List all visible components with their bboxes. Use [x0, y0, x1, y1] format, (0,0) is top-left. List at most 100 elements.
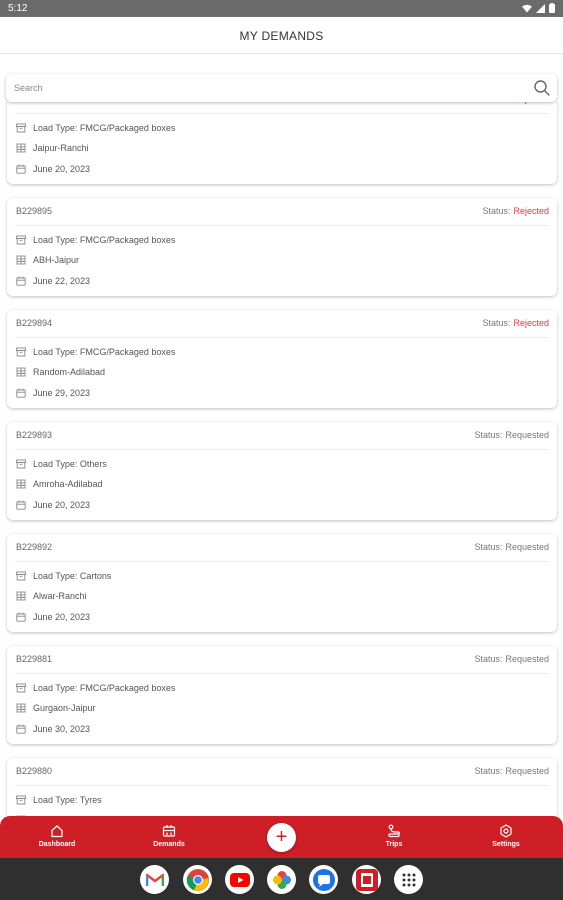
demand-date: June 30, 2023 [33, 724, 91, 734]
load-type: Load Type: FMCG/Packaged boxes [33, 347, 176, 357]
load-type-row: Load Type: FMCG/Packaged boxes [16, 123, 175, 133]
date-row: June 22, 2023 [16, 276, 90, 286]
box-icon [16, 347, 26, 357]
load-type: Load Type: FMCG/Packaged boxes [33, 235, 176, 245]
demand-card[interactable]: B229892 Status: Requested Load Type: Cart… [7, 534, 557, 632]
app-icon[interactable] [352, 865, 381, 894]
demand-date: June 20, 2023 [33, 612, 91, 622]
box-icon [16, 795, 26, 805]
load-type-row: Load Type: FMCG/Packaged boxes [16, 235, 175, 245]
card-divider [15, 337, 549, 338]
load-type: Load Type: Tyres [33, 795, 102, 805]
load-type: Load Type: FMCG/Packaged boxes [33, 123, 176, 133]
app-drawer-icon[interactable] [394, 865, 423, 894]
demand-status: Status: Requested [474, 654, 549, 664]
demand-card[interactable]: B229894 Status: Rejected Load Type: FMCG/… [7, 310, 557, 408]
box-icon [16, 459, 26, 469]
status-bar: 5:12 [0, 0, 563, 17]
status-value: Rejected [513, 206, 549, 216]
load-type: Load Type: FMCG/Packaged boxes [33, 683, 176, 693]
status-value: Requested [505, 766, 549, 776]
load-type: Load Type: Cartons [33, 571, 112, 581]
bottom-nav: Dashboard Demands + Trips Settings [0, 816, 563, 858]
card-divider [15, 113, 549, 114]
demand-date: June 20, 2023 [33, 500, 91, 510]
calendar-icon [16, 612, 26, 622]
photos-icon[interactable] [267, 865, 296, 894]
load-type: Load Type: Others [33, 459, 107, 469]
card-divider [15, 449, 549, 450]
app-bar: MY DEMANDS [0, 17, 563, 54]
status-value: Requested [505, 654, 549, 664]
calendar-icon [16, 164, 26, 174]
demand-status: Status: Requested [474, 542, 549, 552]
demand-status: Status:Rejected [482, 102, 549, 104]
calendar-icon [16, 388, 26, 398]
route-row: Alwar-Ranchi [16, 591, 87, 601]
route-icon [16, 703, 26, 713]
demand-card[interactable]: B229881 Status: Requested Load Type: FMCG… [7, 646, 557, 744]
load-type-row: Load Type: Others [16, 459, 107, 469]
plus-icon: + [275, 826, 288, 848]
nav-demands[interactable]: Demands [134, 824, 204, 848]
route-icon [16, 255, 26, 265]
status-label: Status: [482, 206, 511, 216]
route-row: Gurgaon-Jaipur [16, 703, 96, 713]
status-label: Status: [482, 102, 510, 104]
demands-list[interactable]: Status:Rejected Load Type: FMCG/Packaged… [0, 102, 563, 816]
gmail-icon[interactable] [140, 865, 169, 894]
demand-id: B229895 [16, 206, 53, 216]
status-label: Status: [474, 654, 503, 664]
route: Alwar-Ranchi [33, 591, 87, 601]
demand-status: Status: Requested [474, 430, 549, 440]
nav-dashboard[interactable]: Dashboard [22, 824, 92, 848]
status-value: Requested [505, 430, 549, 440]
card-divider [15, 785, 549, 786]
demands-icon [162, 825, 176, 837]
status-value: Rejected [513, 102, 549, 104]
add-demand-button[interactable]: + [267, 823, 296, 852]
load-type-row: Load Type: Cartons [16, 571, 111, 581]
status-label: Status: [474, 430, 503, 440]
youtube-icon[interactable] [225, 865, 254, 894]
calendar-icon [16, 276, 26, 286]
demand-card[interactable]: B229893 Status: Requested Load Type: Othe… [7, 422, 557, 520]
date-row: June 29, 2023 [16, 388, 90, 398]
box-icon [16, 235, 26, 245]
chrome-icon[interactable] [183, 865, 212, 894]
route: Jaipur-Ranchi [33, 143, 89, 153]
nav-dashboard-label: Dashboard [38, 841, 76, 848]
signal-icon [536, 3, 545, 13]
demand-id: B229894 [16, 318, 53, 328]
route: Amroha-Adilabad [33, 479, 103, 489]
status-time: 5:12 [8, 3, 28, 14]
nav-trips[interactable]: Trips [359, 824, 429, 848]
nav-trips-label: Trips [385, 841, 403, 848]
route-icon [16, 143, 26, 153]
demand-card[interactable]: B229880 Status: Requested Load Type: Tyre… [7, 758, 557, 816]
messages-icon[interactable] [309, 865, 338, 894]
search-icon[interactable] [533, 79, 551, 97]
load-type-row: Load Type: FMCG/Packaged boxes [16, 347, 175, 357]
demand-status: Status:Rejected [482, 206, 549, 216]
route-icon [16, 591, 26, 601]
demand-id: B229881 [16, 654, 53, 664]
status-label: Status: [474, 542, 503, 552]
load-type-row: Load Type: Tyres [16, 795, 102, 805]
route: Random-Adilabad [33, 367, 106, 377]
demand-date: June 22, 2023 [33, 276, 91, 286]
load-type-row: Load Type: FMCG/Packaged boxes [16, 683, 175, 693]
card-divider [15, 673, 549, 674]
system-dock [0, 858, 563, 900]
search-input[interactable] [14, 78, 514, 98]
page-title: MY DEMANDS [239, 29, 324, 43]
settings-icon [500, 824, 512, 838]
demand-card[interactable]: B229895 Status: Rejected Load Type: FMCG/… [7, 198, 557, 296]
demand-id: B229892 [16, 542, 53, 552]
date-row: June 20, 2023 [16, 164, 90, 174]
card-divider [15, 561, 549, 562]
box-icon [16, 683, 26, 693]
search-bar[interactable] [6, 74, 557, 102]
demand-card[interactable]: Status:Rejected Load Type: FMCG/Packaged… [7, 102, 557, 184]
nav-settings[interactable]: Settings [471, 824, 541, 848]
